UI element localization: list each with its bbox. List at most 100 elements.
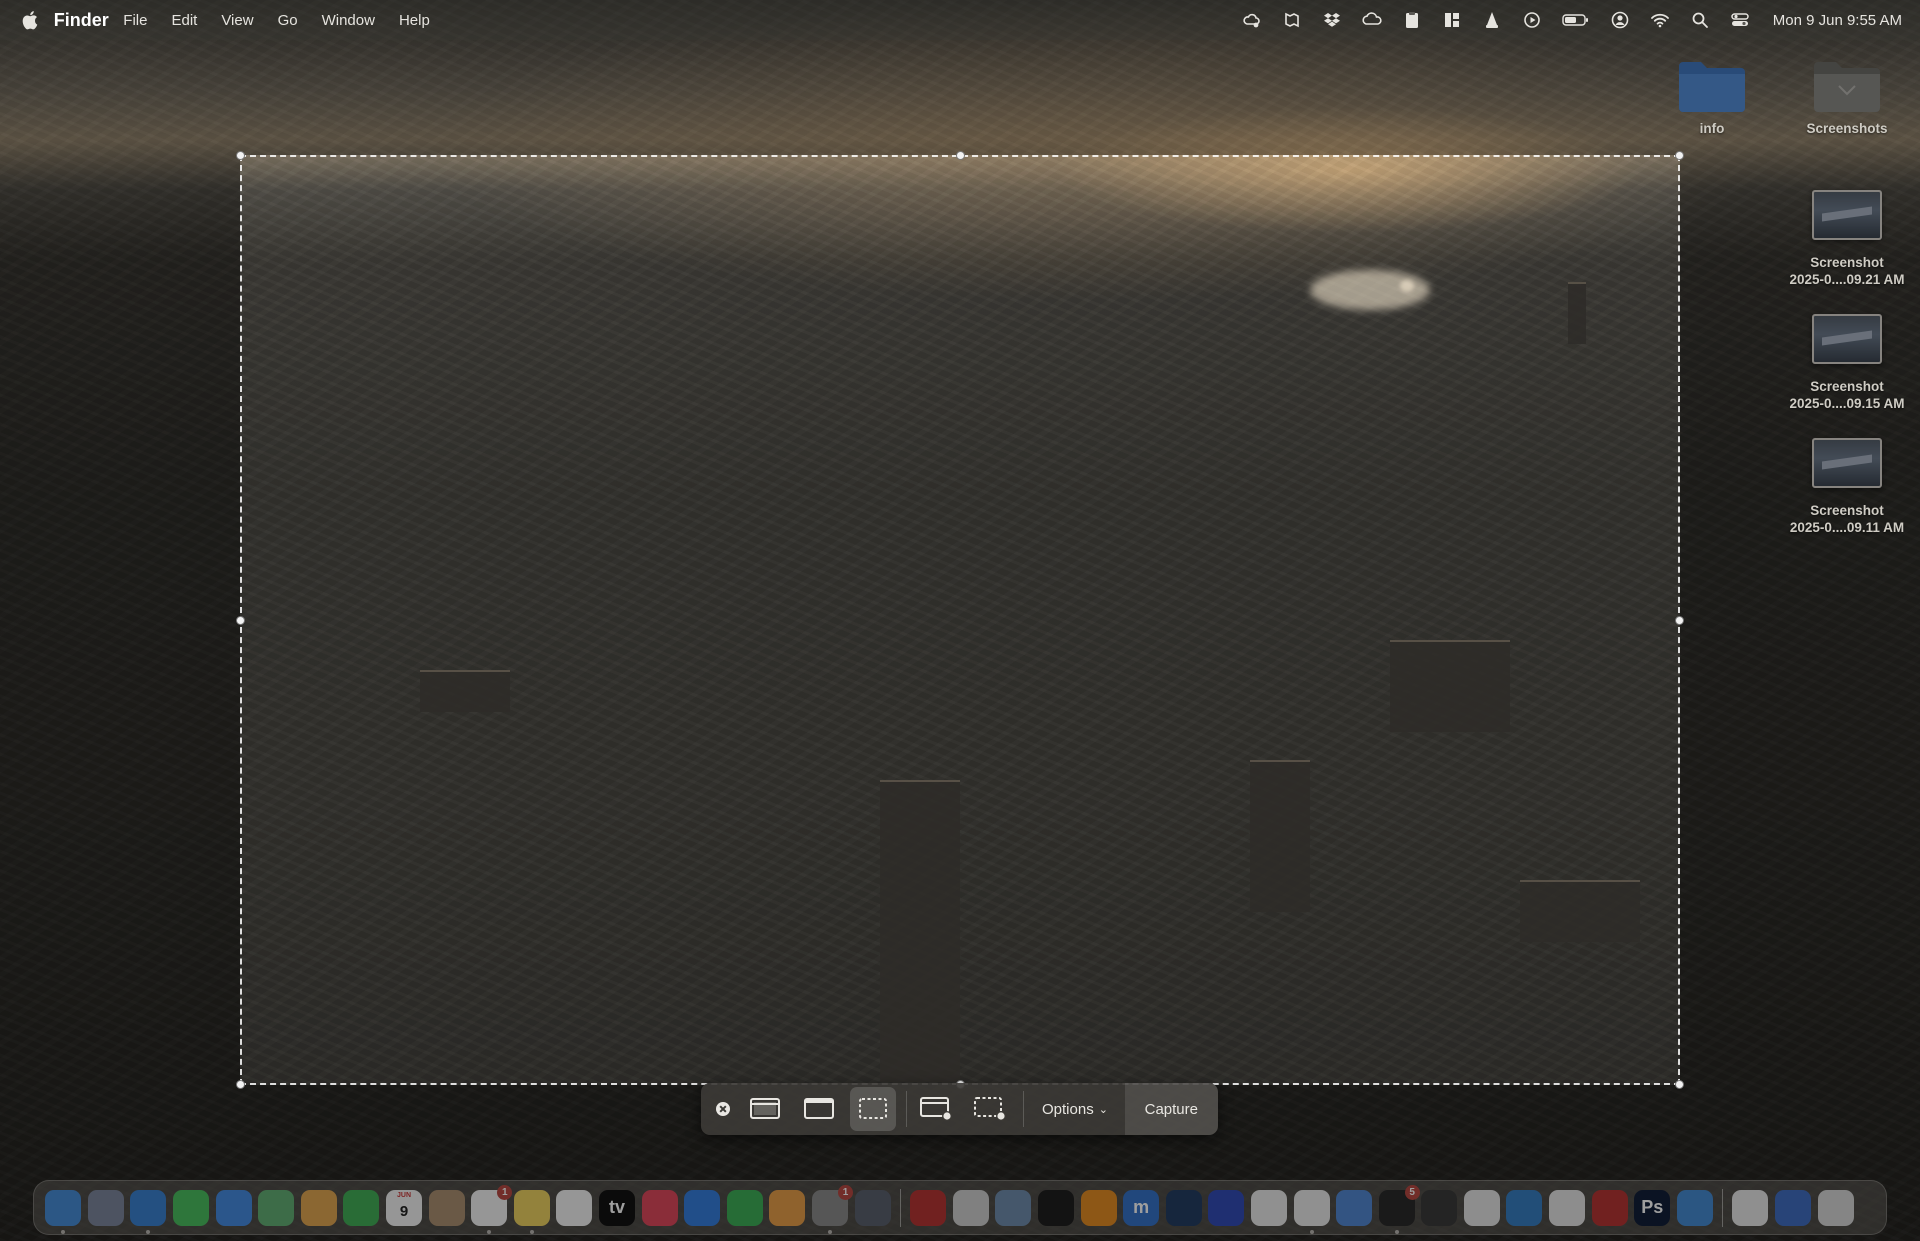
capture-entire-screen-icon — [750, 1098, 780, 1119]
apple-menu-icon[interactable] — [20, 9, 42, 31]
record-entire-screen-icon — [920, 1097, 952, 1121]
starburst-icon[interactable] — [1165, 1189, 1202, 1226]
safari-icon[interactable] — [130, 1189, 167, 1234]
mail-icon[interactable] — [215, 1189, 252, 1226]
capture-button[interactable]: Capture — [1124, 1083, 1218, 1135]
menu-view[interactable]: View — [221, 12, 253, 29]
compass-icon[interactable] — [1336, 1189, 1373, 1226]
notification-badge: 5 — [1404, 1184, 1420, 1200]
menu-help[interactable]: Help — [399, 12, 430, 29]
system-settings-icon[interactable]: 1 — [811, 1184, 853, 1234]
dock-divider — [899, 1188, 901, 1227]
bartender-icon[interactable] — [1250, 1189, 1287, 1226]
docker-icon[interactable] — [1676, 1189, 1713, 1226]
sidebar-app-icon[interactable] — [1549, 1189, 1586, 1226]
cloud-weather-icon[interactable] — [1241, 9, 1263, 31]
pages-icon[interactable] — [769, 1189, 806, 1226]
documents-stack-icon[interactable] — [1732, 1189, 1769, 1226]
clipboard-icon[interactable] — [1401, 9, 1423, 31]
calendar-icon[interactable]: JUN 9 — [386, 1189, 423, 1226]
screenshot-thumbnail-icon — [1812, 190, 1882, 240]
capture-entire-screen-button[interactable] — [742, 1087, 788, 1131]
resize-handle-right[interactable] — [1675, 616, 1684, 625]
creative-cloud-icon[interactable] — [1361, 9, 1383, 31]
notes-icon[interactable] — [513, 1189, 550, 1234]
user-icon[interactable] — [1609, 9, 1631, 31]
record-selection-button[interactable] — [967, 1087, 1013, 1131]
photoshop-icon[interactable]: Ps — [1634, 1189, 1671, 1226]
control-center-icon[interactable] — [1729, 9, 1751, 31]
messages-icon[interactable] — [173, 1189, 210, 1226]
desktop-folder-info[interactable]: info — [1637, 58, 1787, 137]
alien-icon[interactable] — [1421, 1189, 1458, 1226]
launchpad-icon[interactable] — [87, 1189, 124, 1226]
wifi-icon[interactable] — [1649, 9, 1671, 31]
terminal-icon[interactable] — [1037, 1189, 1074, 1226]
options-label: Options — [1042, 1100, 1094, 1118]
vlc-icon[interactable] — [1481, 9, 1503, 31]
close-icon[interactable] — [716, 1102, 730, 1116]
v-app-icon[interactable]: 5 — [1378, 1184, 1420, 1234]
menu-app-name[interactable]: Finder — [54, 2, 109, 38]
desktop-file-label-line2: 2025-0....09.15 AM — [1789, 396, 1905, 411]
resize-handle-bottom-left[interactable] — [236, 1080, 245, 1089]
record-entire-screen-button[interactable] — [913, 1087, 959, 1131]
folder-icon — [1812, 58, 1882, 114]
running-indicator — [1394, 1229, 1399, 1234]
script-editor-icon[interactable] — [952, 1189, 989, 1226]
menu-go[interactable]: Go — [278, 12, 298, 29]
capture-selection-area[interactable] — [236, 151, 1684, 1089]
finder-icon[interactable] — [45, 1189, 82, 1234]
chrome-icon[interactable] — [1293, 1189, 1330, 1234]
play-icon[interactable] — [1521, 9, 1543, 31]
photo-booth-icon[interactable] — [910, 1189, 947, 1226]
keynote-icon[interactable] — [684, 1189, 721, 1226]
maps-icon[interactable] — [258, 1189, 295, 1226]
desktop-file-screenshot-1[interactable]: Screenshot 2025-0....09.21 AM — [1772, 190, 1920, 288]
desktop-folder-screenshots[interactable]: Screenshots — [1772, 58, 1920, 137]
preview-icon[interactable] — [995, 1189, 1032, 1226]
menu-file[interactable]: File — [123, 12, 147, 29]
freeform-icon[interactable] — [556, 1189, 593, 1226]
contacts-icon[interactable] — [428, 1189, 465, 1226]
resize-handle-top-left[interactable] — [236, 151, 245, 160]
trash-icon[interactable] — [1817, 1189, 1854, 1226]
dropbox-icon[interactable] — [1321, 9, 1343, 31]
music-icon[interactable] — [641, 1189, 678, 1226]
iphone-mirroring-icon[interactable] — [854, 1189, 891, 1226]
search-icon[interactable] — [1689, 9, 1711, 31]
battery-icon[interactable] — [1561, 9, 1591, 31]
screens-icon[interactable] — [1208, 1189, 1245, 1226]
resize-handle-bottom-right[interactable] — [1675, 1080, 1684, 1089]
window-layout-icon[interactable] — [1441, 9, 1463, 31]
calendar-month: JUN — [397, 1191, 412, 1199]
screenshot-thumbnail-icon — [1812, 438, 1882, 488]
resize-handle-left[interactable] — [236, 616, 245, 625]
m-app-icon[interactable]: m — [1123, 1189, 1160, 1226]
desktop-file-label-line1: Screenshot — [1810, 379, 1884, 394]
screenshot-thumbnail-icon — [1812, 314, 1882, 364]
facetime-icon[interactable] — [343, 1189, 380, 1226]
filezilla-icon[interactable] — [1591, 1189, 1628, 1226]
blank-app-icon[interactable] — [1463, 1189, 1500, 1226]
downloads-stack-icon[interactable] — [1775, 1189, 1812, 1226]
resize-handle-top[interactable] — [956, 151, 965, 160]
options-menu-button[interactable]: Options ⌄ — [1030, 1083, 1120, 1135]
vlc-icon[interactable] — [1080, 1189, 1117, 1226]
vscode-icon[interactable] — [1506, 1189, 1543, 1226]
toolbar-divider — [906, 1091, 907, 1127]
resize-handle-top-right[interactable] — [1675, 151, 1684, 160]
capture-selection-button[interactable] — [850, 1087, 896, 1131]
capture-window-button[interactable] — [796, 1087, 842, 1131]
desktop-file-screenshot-3[interactable]: Screenshot 2025-0....09.11 AM — [1772, 438, 1920, 536]
menu-bar-clock[interactable]: Mon 9 Jun 9:55 AM — [1773, 12, 1902, 29]
running-indicator — [827, 1229, 832, 1234]
stage-icon[interactable] — [1281, 9, 1303, 31]
menu-edit[interactable]: Edit — [171, 12, 197, 29]
menu-window[interactable]: Window — [322, 12, 375, 29]
reminders-icon[interactable]: 1 — [471, 1184, 513, 1234]
desktop-file-screenshot-2[interactable]: Screenshot 2025-0....09.15 AM — [1772, 314, 1920, 412]
photos-icon[interactable] — [300, 1189, 337, 1226]
apple-tv-icon[interactable]: tv — [599, 1189, 636, 1226]
numbers-icon[interactable] — [726, 1189, 763, 1226]
